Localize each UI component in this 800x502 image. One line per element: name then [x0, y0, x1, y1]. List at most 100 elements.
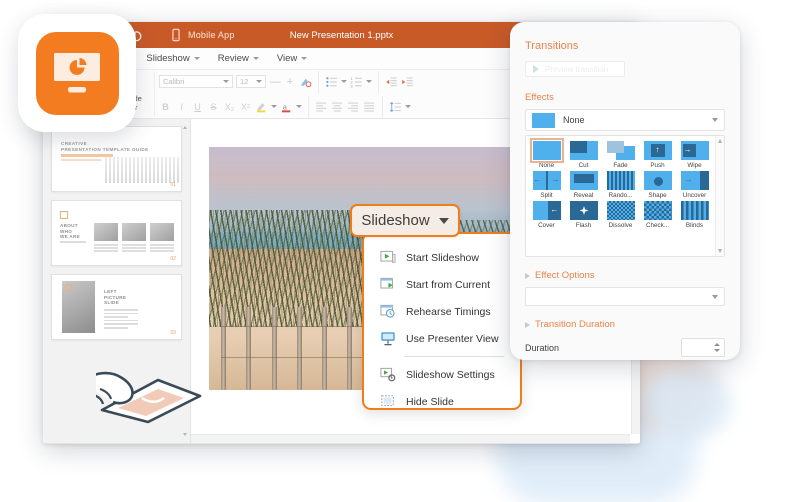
effect-checkerboard[interactable]: → Check...: [640, 201, 675, 229]
effect-cut[interactable]: Cut: [566, 141, 601, 169]
effect-options-label: Effect Options: [535, 270, 595, 281]
effect-push[interactable]: ↑ Push: [640, 141, 675, 169]
thumbnail-image: [122, 223, 146, 241]
slide-horizontal-scrollbar[interactable]: [191, 434, 630, 443]
transition-duration-section[interactable]: Transition Duration: [525, 319, 725, 330]
chevron-down-icon: [223, 80, 229, 83]
thumbnail-image: [150, 223, 174, 241]
effect-label: Uncover: [683, 192, 706, 199]
strikethrough-button[interactable]: S: [207, 102, 220, 112]
effect-none-icon: [533, 141, 561, 160]
effect-random[interactable]: Rando...: [603, 171, 638, 199]
duration-label: Duration: [525, 343, 559, 353]
effect-label: Check...: [646, 222, 669, 229]
decrease-font-size-button[interactable]: —: [269, 76, 281, 88]
effect-dissolve-icon: [607, 201, 635, 220]
slide-thumbnail-3[interactable]: LEFT PICTURE SLIDE 03: [51, 274, 182, 340]
presenter-view-icon: [380, 331, 396, 346]
effect-options-section[interactable]: Effect Options: [525, 270, 725, 281]
chevron-down-icon[interactable]: [271, 105, 277, 108]
italic-button[interactable]: I: [175, 102, 188, 112]
effects-gallery[interactable]: None Cut Fade: [525, 135, 725, 257]
slideshow-dropdown-menu[interactable]: Start Slideshow Start from Current Rehea…: [362, 232, 522, 410]
clear-formatting-icon[interactable]: [299, 76, 312, 88]
effect-flash[interactable]: Flash: [566, 201, 601, 229]
increase-indent-icon[interactable]: [401, 76, 414, 88]
preview-transition-button[interactable]: Preview transition: [525, 61, 625, 77]
thumbnail-accent-bar: [61, 154, 113, 157]
effect-wipe[interactable]: → Wipe: [677, 141, 712, 169]
effects-grid: None Cut Fade: [526, 136, 715, 256]
increase-font-size-button[interactable]: +: [284, 76, 296, 88]
mobile-app-label: Mobile App: [188, 30, 235, 40]
font-size-value: 12: [240, 77, 248, 86]
scroll-down-icon[interactable]: [183, 433, 187, 436]
scroll-up-icon[interactable]: [183, 126, 187, 129]
align-left-icon[interactable]: [315, 101, 328, 113]
chevron-down-icon: [712, 118, 718, 122]
effect-select[interactable]: None: [525, 109, 725, 131]
thumbnail-caption: [94, 244, 118, 254]
font-color-icon[interactable]: a: [280, 101, 293, 113]
thumbnail-cityscape-graphic: [105, 157, 181, 183]
background-blob-blue-secondary: [640, 368, 730, 438]
chevron-down-icon[interactable]: [366, 80, 372, 83]
chevron-down-icon[interactable]: [405, 105, 411, 108]
effect-split[interactable]: ← → Split: [529, 171, 564, 199]
effect-cover[interactable]: ← Cover: [529, 201, 564, 229]
subscript-button[interactable]: X₂: [223, 102, 236, 112]
effect-checkerboard-icon: →: [644, 201, 672, 220]
thumbnail-image: [94, 223, 118, 241]
menu-item-use-presenter-view[interactable]: Use Presenter View: [364, 325, 520, 352]
effect-fade[interactable]: Fade: [603, 141, 638, 169]
slide-thumbnail-2[interactable]: ABOUT WHO WE ARE 02: [51, 200, 182, 266]
effect-dissolve[interactable]: Dissolve: [603, 201, 638, 229]
font-size-select[interactable]: 12: [236, 75, 266, 88]
numbered-list-icon[interactable]: 1 2 3: [350, 76, 363, 88]
menu-item-slideshow-settings[interactable]: Slideshow Settings: [364, 361, 520, 388]
tab-review[interactable]: Review: [210, 50, 267, 67]
menu-item-rehearse-timings[interactable]: Rehearse Timings: [364, 298, 520, 325]
svg-text:3: 3: [351, 84, 353, 88]
duration-spinner[interactable]: [714, 343, 720, 352]
effect-options-select[interactable]: [525, 287, 725, 306]
duration-input[interactable]: [681, 338, 725, 357]
align-right-icon[interactable]: [347, 101, 360, 113]
effect-blinds[interactable]: Blinds: [677, 201, 712, 229]
effect-label: Wipe: [687, 162, 701, 169]
align-justify-icon[interactable]: [363, 101, 376, 113]
underline-button[interactable]: U: [191, 102, 204, 112]
decrease-indent-icon[interactable]: [385, 76, 398, 88]
toolbar-divider: [382, 96, 383, 118]
effects-gallery-scrollbar[interactable]: [715, 136, 724, 256]
effect-label: Cut: [579, 162, 589, 169]
tab-view[interactable]: View: [269, 50, 315, 67]
effect-none[interactable]: None: [529, 141, 564, 169]
menu-item-start-from-current[interactable]: Start from Current: [364, 271, 520, 298]
slide-thumbnail-1[interactable]: CREATIVE PRESENTATION TEMPLATE GUIDE 01: [51, 126, 182, 192]
align-center-icon[interactable]: [331, 101, 344, 113]
effect-cover-icon: ←: [533, 201, 561, 220]
scroll-up-icon[interactable]: [718, 139, 722, 143]
superscript-button[interactable]: X²: [239, 102, 252, 112]
effect-label: Reveal: [574, 192, 594, 199]
effect-shape[interactable]: Shape: [640, 171, 675, 199]
effect-reveal[interactable]: Reveal: [566, 171, 601, 199]
slideshow-dropdown-button[interactable]: Slideshow: [350, 204, 460, 237]
transitions-panel-title: Transitions: [525, 40, 725, 52]
bullet-list-icon[interactable]: [325, 76, 338, 88]
menu-item-start-slideshow[interactable]: Start Slideshow: [364, 244, 520, 271]
chevron-down-icon[interactable]: [341, 80, 347, 83]
scroll-down-icon[interactable]: [718, 249, 722, 253]
font-family-select[interactable]: Calibri: [159, 75, 233, 88]
chevron-down-icon[interactable]: [296, 105, 302, 108]
mobile-app-button[interactable]: Mobile App: [169, 28, 235, 42]
bold-button[interactable]: B: [159, 102, 172, 112]
tab-slideshow[interactable]: Slideshow: [138, 50, 207, 67]
chevron-down-icon: [256, 80, 262, 83]
effect-cut-icon: [570, 141, 598, 160]
line-spacing-icon[interactable]: [389, 101, 402, 113]
menu-item-hide-slide[interactable]: Hide Slide: [364, 388, 520, 415]
effect-uncover[interactable]: → Uncover: [677, 171, 712, 199]
highlight-color-icon[interactable]: [255, 101, 268, 113]
